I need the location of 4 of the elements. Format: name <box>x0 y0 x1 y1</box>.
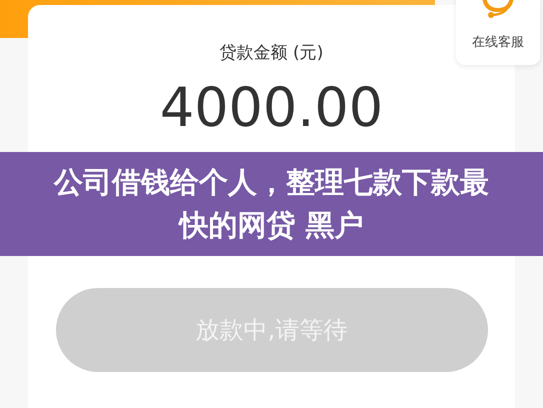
loan-amount: 4000.00 <box>160 78 384 138</box>
banner-title: 公司借钱给个人，整理七款下款最快的网贷 黑户 <box>52 164 490 244</box>
customer-service-button[interactable]: 在线客服 <box>456 0 540 65</box>
loan-amount-label: 贷款金额 (元) <box>220 42 324 64</box>
